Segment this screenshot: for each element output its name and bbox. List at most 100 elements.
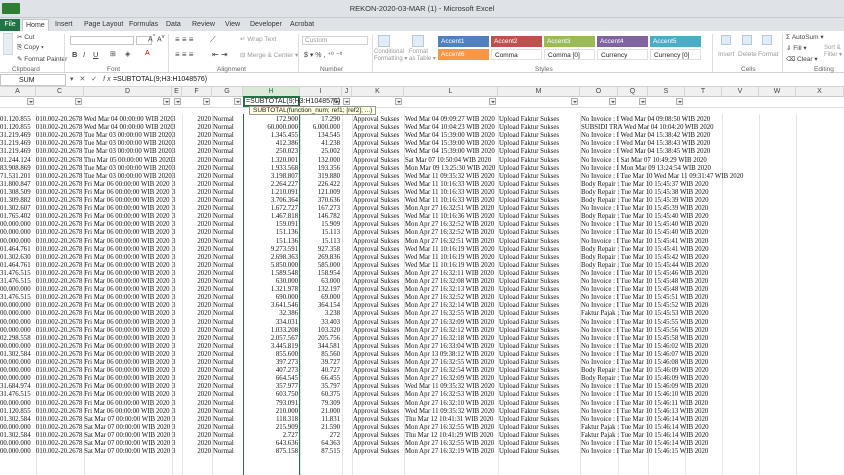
copy-button[interactable]: ⎘ Copy ▾	[17, 44, 44, 52]
status-cell[interactable]: Normal	[213, 140, 243, 148]
invoice-cell[interactable]: 010.002-20.2678 Wed Mar 04 00:00:00 WIB …	[36, 116, 172, 124]
approval-cell[interactable]: Approval Sukses	[353, 157, 404, 165]
reference-cell[interactable]: No Invoice : I Tue Mar 10 15:45:51 WIB 2…	[581, 294, 841, 302]
approval-cell[interactable]: Approval Sukses	[353, 140, 404, 148]
column-header-w[interactable]: W	[759, 87, 796, 97]
invoice-cell[interactable]: 010.002-20.2678 Sat Mar 07 00:00:00 WIB …	[36, 440, 172, 448]
reference-cell[interactable]: No Invoice : I Tue Mar 10 15:45:40 WIB 2…	[581, 229, 841, 237]
invoice-cell[interactable]: 010.002-20.2678 Fri Mar 06 00:00:00 WIB …	[36, 221, 172, 229]
ppn-cell[interactable]: 226.422	[300, 181, 340, 189]
tahun-cell[interactable]: 2020	[182, 416, 211, 424]
upload-status-cell[interactable]: Upload Faktur Sukses	[499, 116, 580, 124]
upload-status-cell[interactable]: Upload Faktur Sukses	[499, 189, 580, 197]
column-header-t[interactable]: T	[685, 87, 722, 97]
reference-cell[interactable]: Faktur Pajak : Tue Mar 10 15:46:14 WIB 2…	[581, 424, 841, 432]
approval-date-cell[interactable]: Mon Mar 09 13:25:30 WIB 2020	[405, 165, 498, 173]
approval-cell[interactable]: Approval Sukses	[353, 262, 404, 270]
column-header-l[interactable]: L	[404, 87, 498, 97]
invoice-cell[interactable]: 010.002-20.2678 Fri Mar 06 00:00:00 WIB …	[36, 383, 172, 391]
approval-date-cell[interactable]: Wed Mar 11 10:16:36 WIB 2020	[405, 213, 498, 221]
reference-cell[interactable]: Body Repair : Tue Mar 10 15:45:42 WIB 20…	[581, 254, 841, 262]
paste-button[interactable]	[3, 33, 13, 55]
status-cell[interactable]: Normal	[213, 132, 243, 140]
upload-status-cell[interactable]: Upload Faktur Sukses	[499, 246, 580, 254]
masa-cell[interactable]: 3	[172, 416, 182, 424]
tahun-cell[interactable]: 2020	[182, 270, 211, 278]
delete-cells-button[interactable]: Delete	[738, 51, 757, 58]
masa-cell[interactable]: 3	[172, 246, 182, 254]
invoice-cell[interactable]: 010.002-20.2678 Fri Mar 06 00:00:00 WIB …	[36, 238, 172, 246]
npwp-cell[interactable]: 00.000.000	[0, 319, 36, 327]
status-cell[interactable]: Normal	[213, 343, 243, 351]
approval-cell[interactable]: Approval Sukses	[353, 391, 404, 399]
npwp-cell[interactable]: 01.302.584	[0, 351, 36, 359]
npwp-cell[interactable]: 31.476.515	[0, 294, 36, 302]
ppn-cell[interactable]: 17.290	[300, 116, 340, 124]
filter-dropdown-icon[interactable]	[343, 98, 350, 105]
tahun-cell[interactable]: 2020	[182, 246, 211, 254]
npwp-cell[interactable]: 00.000.000	[0, 229, 36, 237]
upload-status-cell[interactable]: Upload Faktur Sukses	[499, 432, 580, 440]
sort-filter-button[interactable]: Sort & Filter ▾	[824, 45, 842, 59]
status-cell[interactable]: Normal	[213, 327, 243, 335]
approval-date-cell[interactable]: Wed Mar 04 15:39:00 WIB 2020	[405, 132, 498, 140]
tahun-cell[interactable]: 2020	[182, 424, 211, 432]
upload-status-cell[interactable]: Upload Faktur Sukses	[499, 205, 580, 213]
invoice-cell[interactable]: 010.002-20.2678 Fri Mar 06 00:00:00 WIB …	[36, 375, 172, 383]
column-header-j[interactable]: J	[342, 87, 352, 97]
invoice-cell[interactable]: 010.002-20.2678 Fri Mar 06 00:00:00 WIB …	[36, 254, 172, 262]
approval-cell[interactable]: Approval Sukses	[353, 351, 404, 359]
reference-cell[interactable]: Body Repair : Tue Mar 10 15:45:44 WIB 20…	[581, 262, 841, 270]
reference-cell[interactable]: Body Repair : Tue Mar 10 15:46:09 WIB 20…	[581, 375, 841, 383]
npwp-cell[interactable]: 01.120.855	[0, 124, 36, 132]
npwp-cell[interactable]: 00.000.000	[0, 221, 36, 229]
number-format-select[interactable]: Custom	[302, 36, 368, 45]
upload-status-cell[interactable]: Upload Faktur Sukses	[499, 270, 580, 278]
invoice-cell[interactable]: 010.002-20.2678 Fri Mar 06 00:00:00 WIB …	[36, 351, 172, 359]
tahun-cell[interactable]: 2020	[182, 124, 211, 132]
tahun-cell[interactable]: 2020	[182, 132, 211, 140]
status-cell[interactable]: Normal	[213, 157, 243, 165]
masa-cell[interactable]: 3	[172, 124, 182, 132]
masa-cell[interactable]: 3	[172, 310, 182, 318]
approval-cell[interactable]: Approval Sukses	[353, 197, 404, 205]
tab-data[interactable]: Data	[163, 19, 184, 31]
npwp-cell[interactable]: 00.000.000	[0, 286, 36, 294]
tahun-cell[interactable]: 2020	[182, 148, 211, 156]
ppn-cell[interactable]: 21.590	[300, 424, 340, 432]
ppn-cell[interactable]: 269.836	[300, 254, 340, 262]
npwp-cell[interactable]: 00.000.000	[0, 302, 36, 310]
invoice-cell[interactable]: 010.002-20.2678 Fri Mar 06 00:00:00 WIB …	[36, 270, 172, 278]
npwp-cell[interactable]: 01.765.402	[0, 213, 36, 221]
conditional-formatting-icon[interactable]	[378, 35, 390, 47]
approval-cell[interactable]: Approval Sukses	[353, 383, 404, 391]
invoice-cell[interactable]: 010.002-20.2678 Fri Mar 06 00:00:00 WIB …	[36, 319, 172, 327]
upload-status-cell[interactable]: Upload Faktur Sukses	[499, 254, 580, 262]
masa-cell[interactable]: 3	[172, 367, 182, 375]
approval-date-cell[interactable]: Mon Apr 27 16:32:10 WIB 2020	[405, 400, 498, 408]
upload-status-cell[interactable]: Upload Faktur Sukses	[499, 140, 580, 148]
reference-cell[interactable]: No Invoice : I Wed Mar 04 15:38:43 WIB 2…	[581, 140, 841, 148]
tahun-cell[interactable]: 2020	[182, 140, 211, 148]
formula-input[interactable]: =SUBTOTAL(9;H3:H1048576)	[113, 74, 207, 86]
status-cell[interactable]: Normal	[213, 440, 243, 448]
reference-cell[interactable]: No Invoice : I Tue Mar 10 15:46:14 WIB 2…	[581, 440, 841, 448]
masa-cell[interactable]: 3	[172, 270, 182, 278]
npwp-cell[interactable]: 00.000.000	[0, 310, 36, 318]
status-cell[interactable]: Normal	[213, 238, 243, 246]
masa-cell[interactable]: 3	[172, 391, 182, 399]
invoice-cell[interactable]: 010.002-20.2678 Sat Mar 07 00:00:00 WIB …	[36, 448, 172, 456]
style-currency[interactable]: Currency	[597, 49, 648, 60]
filter-dropdown-icon[interactable]	[395, 98, 402, 105]
masa-cell[interactable]: 3	[172, 229, 182, 237]
bold-icon[interactable]: B	[72, 50, 77, 59]
upload-status-cell[interactable]: Upload Faktur Sukses	[499, 157, 580, 165]
tahun-cell[interactable]: 2020	[182, 189, 211, 197]
orientation-icon[interactable]: ⟋	[210, 35, 216, 45]
status-cell[interactable]: Normal	[213, 124, 243, 132]
npwp-cell[interactable]: 31.684.974	[0, 383, 36, 391]
upload-status-cell[interactable]: Upload Faktur Sukses	[499, 124, 580, 132]
approval-date-cell[interactable]: Mon Apr 27 16:32:55 WIB 2020	[405, 424, 498, 432]
tahun-cell[interactable]: 2020	[182, 157, 211, 165]
style-accent4[interactable]: Accent4	[597, 36, 648, 47]
